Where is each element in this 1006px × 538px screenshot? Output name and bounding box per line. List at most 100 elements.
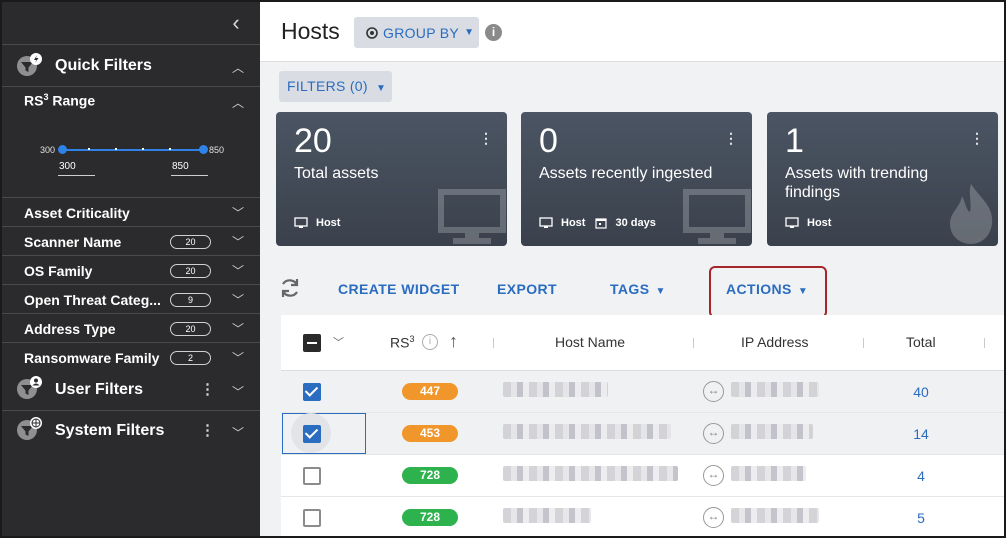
export-button[interactable]: EXPORT [497,281,557,297]
filters-button[interactable]: FILTERS (0) ▼ [279,71,392,102]
chevron-down-icon: ▼ [655,286,666,297]
host-name-redacted [503,508,591,523]
collapse-sidebar-icon[interactable]: ‹ [224,12,248,36]
host-name-redacted [503,424,671,439]
ip-link-icon: ↔ [703,507,724,528]
row-checkbox[interactable] [303,509,321,527]
quick-filters-title: Quick Filters [55,57,152,74]
ip-address-redacted [731,466,806,481]
card-number: 20 [294,122,332,160]
chevron-down-icon[interactable]: ﹀ [232,320,244,337]
ip-address-column-header[interactable]: IP Address [741,334,808,350]
rs-range-title: RS3 Range [24,92,96,109]
chevron-down-icon[interactable]: ﹀ [333,334,344,350]
monitor-icon [539,217,553,228]
more-options-icon[interactable]: ⋮ [724,130,738,147]
filter-name: Scanner Name [24,234,122,250]
sort-ascending-icon[interactable]: ↑ [449,331,458,352]
table-row[interactable]: 447 ↔ 40 [281,371,1004,413]
card-tags: Host [294,217,340,229]
total-link[interactable]: 4 [891,468,951,484]
system-filters-header[interactable]: System Filters ⋮ ﹀ [2,416,260,446]
slider-min-tick: 300 [40,145,56,155]
slider-min-handle[interactable] [58,145,67,154]
rs-max-input[interactable]: 850 [171,161,208,176]
summary-card[interactable]: 0 Assets recently ingested ⋮ Host 30 day… [521,112,752,246]
row-checkbox[interactable] [303,467,321,485]
divider [2,410,260,411]
chevron-down-icon[interactable]: ﹀ [232,233,244,250]
select-all-checkbox[interactable] [303,334,321,352]
filter-asset-criticality[interactable]: Asset Criticality ﹀ [2,197,260,226]
slider-max-tick: 850 [209,145,225,155]
more-options-icon[interactable]: ⋮ [200,421,215,439]
tags-label: TAGS [610,281,650,297]
summary-card[interactable]: 1 Assets with trending findings ⋮ Host [767,112,998,246]
summary-card[interactable]: 20 Total assets ⋮ Host [276,112,507,246]
filter-ransomware-family[interactable]: Ransomware Family 2 ﹀ [2,342,260,371]
user-filters-header[interactable]: User Filters ⋮ ﹀ [2,375,260,405]
chevron-down-icon: ▼ [376,83,387,94]
total-link[interactable]: 40 [891,384,951,400]
filter-sidebar: ‹ Quick Filters ︿ RS3 Range ︿ 300 850 30… [2,2,260,536]
divider [2,86,260,87]
chevron-down-icon[interactable]: ﹀ [232,204,244,221]
filter-scanner-name[interactable]: Scanner Name 20 ﹀ [2,226,260,255]
filter-os-family[interactable]: OS Family 20 ﹀ [2,255,260,284]
chevron-down-icon[interactable]: ﹀ [232,383,244,400]
more-options-icon[interactable]: ⋮ [479,130,493,147]
rs-min-input[interactable]: 300 [58,161,95,176]
total-link[interactable]: 14 [891,426,951,442]
card-number: 1 [785,122,804,160]
group-by-button[interactable]: GROUP BY ▼ [354,17,479,48]
ip-address-redacted [731,382,819,397]
info-icon[interactable]: i [422,334,438,350]
chevron-down-icon[interactable]: ﹀ [232,291,244,308]
create-widget-button[interactable]: CREATE WIDGET [338,281,460,297]
chevron-down-icon[interactable]: ﹀ [232,424,244,441]
ip-link-icon: ↔ [703,423,724,444]
count-badge: 20 [170,322,211,336]
total-column-header[interactable]: Total [906,334,936,350]
main-content: Hosts GROUP BY ▼ i FILTERS (0) ▼ 20 Tota… [260,2,1004,536]
table-row[interactable]: 728 ↔ 4 [281,455,1004,497]
ip-address-redacted [731,424,813,439]
slider-max-handle[interactable] [199,145,208,154]
chevron-down-icon[interactable]: ﹀ [232,262,244,279]
monitor-background-icon [438,189,506,244]
quick-filters-header[interactable]: Quick Filters ︿ [2,52,260,82]
row-checkbox[interactable] [303,425,321,443]
refresh-icon[interactable] [278,276,302,300]
more-options-icon[interactable]: ⋮ [200,380,215,398]
app-window: ‹ Quick Filters ︿ RS3 Range ︿ 300 850 30… [0,0,1006,538]
count-badge: 20 [170,235,211,249]
row-checkbox[interactable] [303,383,321,401]
filter-address-type[interactable]: Address Type 20 ﹀ [2,313,260,342]
table-row[interactable]: 728 ↔ 5 [281,497,1004,536]
filter-name: Address Type [24,321,116,337]
monitor-icon [785,217,799,228]
system-filters-title: System Filters [55,422,165,439]
card-label: Assets with trending findings [785,165,929,201]
total-link[interactable]: 5 [891,510,951,526]
card-tag: Host [807,217,832,229]
chevron-down-icon[interactable]: ﹀ [232,349,244,366]
chevron-up-icon[interactable]: ︿ [232,94,244,111]
card-tag: Host [561,217,586,229]
host-name-column-header[interactable]: Host Name [555,334,625,350]
group-icon [366,26,378,39]
tags-button[interactable]: TAGS ▼ [610,281,666,297]
rs-range-slider[interactable] [58,145,208,154]
host-name-redacted [503,466,678,481]
page-header: Hosts GROUP BY ▼ i [260,2,1004,62]
funnel-globe-icon [17,417,42,440]
chevron-up-icon[interactable]: ︿ [232,59,244,76]
actions-button[interactable]: ACTIONS ▼ [726,281,808,297]
info-icon[interactable]: i [485,24,502,41]
rs-score-badge: 728 [402,509,458,526]
more-options-icon[interactable]: ⋮ [970,130,984,147]
filter-open-threat-category[interactable]: Open Threat Categ... 9 ﹀ [2,284,260,313]
count-badge: 20 [170,264,211,278]
rs-column-header[interactable]: RS3 [390,334,414,351]
table-row[interactable]: 453 ↔ 14 [281,413,1004,455]
